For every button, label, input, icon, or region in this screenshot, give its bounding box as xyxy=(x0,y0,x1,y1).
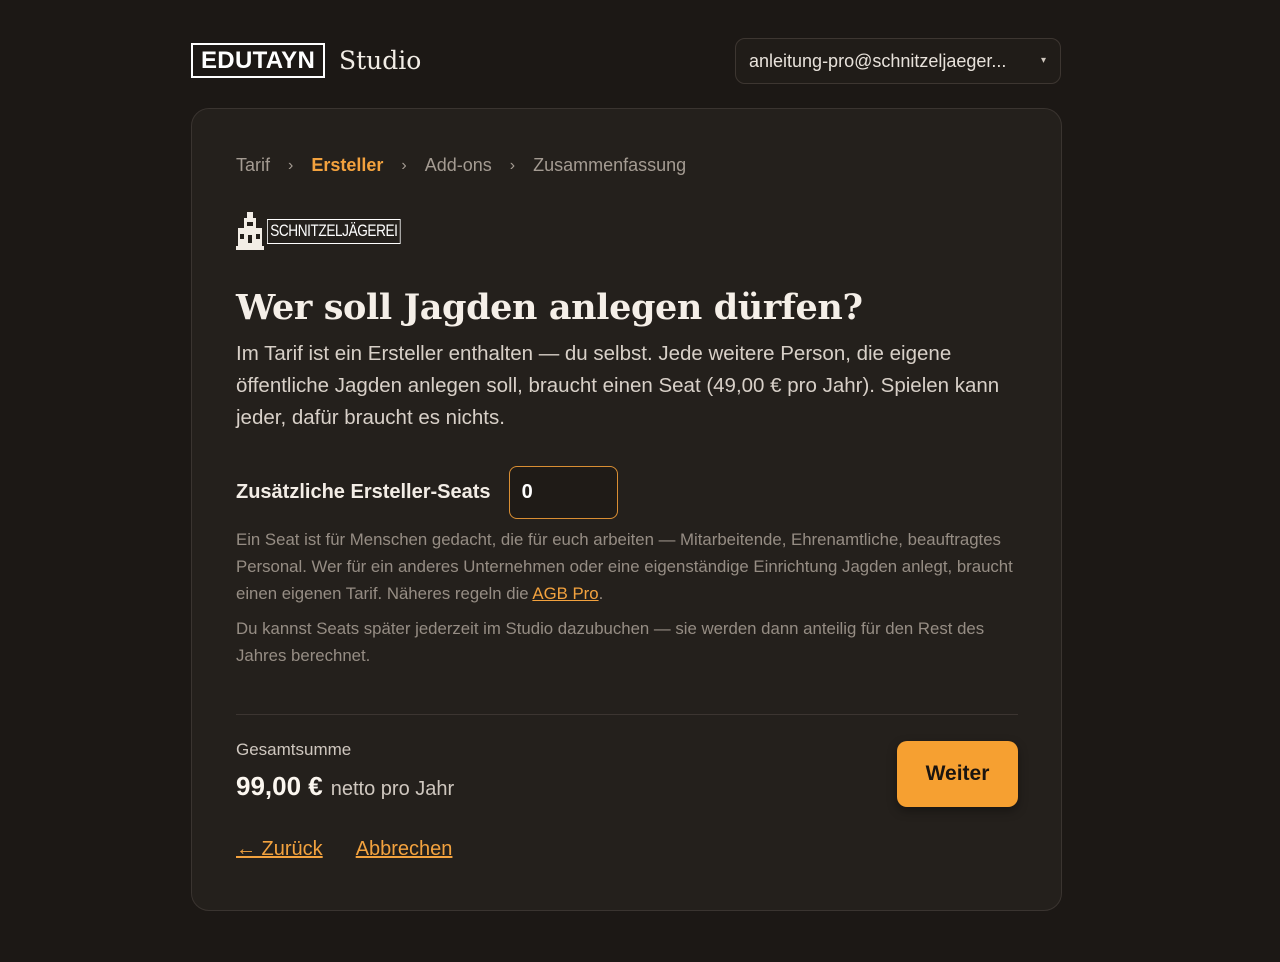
seats-field-row: Zusätzliche Ersteller-Seats xyxy=(236,466,618,519)
page-title: Wer soll Jagden anlegen dürfen? xyxy=(236,287,863,328)
seats-label: Zusätzliche Ersteller-Seats xyxy=(236,481,491,503)
total-suffix: netto pro Jahr xyxy=(330,778,455,800)
seat-note-text: Ein Seat ist für Menschen gedacht, die f… xyxy=(236,530,1013,603)
wizard-card: Tarif › Ersteller › Add-ons › Zusammenfa… xyxy=(191,108,1062,911)
total-row: 99,00 € netto pro Jahr xyxy=(236,771,454,802)
total-amount: 99,00 € xyxy=(236,771,323,801)
caret-down-icon: ▾ xyxy=(1040,55,1046,66)
chevron-right-icon: › xyxy=(401,156,407,174)
edutayn-logo[interactable]: EDUTAYN xyxy=(191,43,326,78)
account-dropdown[interactable]: anleitung-pro@schnitzeljaeger... ▾ xyxy=(735,38,1061,84)
brand-logo-text: SCHNITZELJÄGEREI xyxy=(267,218,401,244)
cancel-link[interactable]: Abbrechen xyxy=(356,838,453,861)
castle-icon xyxy=(236,212,264,250)
schnitzeljaegerei-logo: SCHNITZELJÄGEREI xyxy=(236,209,434,253)
breadcrumb-item-tarif[interactable]: Tarif xyxy=(236,155,270,176)
chevron-right-icon: › xyxy=(509,156,516,174)
breadcrumb-item-ersteller[interactable]: Ersteller xyxy=(311,155,383,176)
seat-later-note: Du kannst Seats später jederzeit im Stud… xyxy=(236,619,985,665)
seats-input[interactable] xyxy=(508,466,618,519)
account-email: anleitung-pro@schnitzeljaeger... xyxy=(749,51,1007,71)
breadcrumb: Tarif › Ersteller › Add-ons › Zusammenfa… xyxy=(236,155,686,176)
footer-links: ← Zurück Abbrechen xyxy=(236,838,452,861)
total-label: Gesamtsumme xyxy=(236,740,352,759)
seat-note-end: . xyxy=(598,584,604,603)
top-header: EDUTAYN Studio anleitung-pro@schnitzelja… xyxy=(191,38,1061,84)
product-name: Studio xyxy=(339,46,422,75)
continue-button[interactable]: Weiter xyxy=(897,741,1018,807)
intro-text: Im Tarif ist ein Ersteller enthalten — d… xyxy=(236,342,1000,429)
back-link[interactable]: ← Zurück xyxy=(236,838,323,861)
seat-note: Ein Seat ist für Menschen gedacht, die f… xyxy=(236,526,1026,607)
breadcrumb-item-zusammenfassung[interactable]: Zusammenfassung xyxy=(533,155,686,176)
breadcrumb-item-addons[interactable]: Add-ons xyxy=(425,155,492,176)
divider xyxy=(236,714,1018,715)
chevron-right-icon: › xyxy=(288,156,294,174)
agb-pro-link[interactable]: AGB Pro xyxy=(532,584,598,603)
